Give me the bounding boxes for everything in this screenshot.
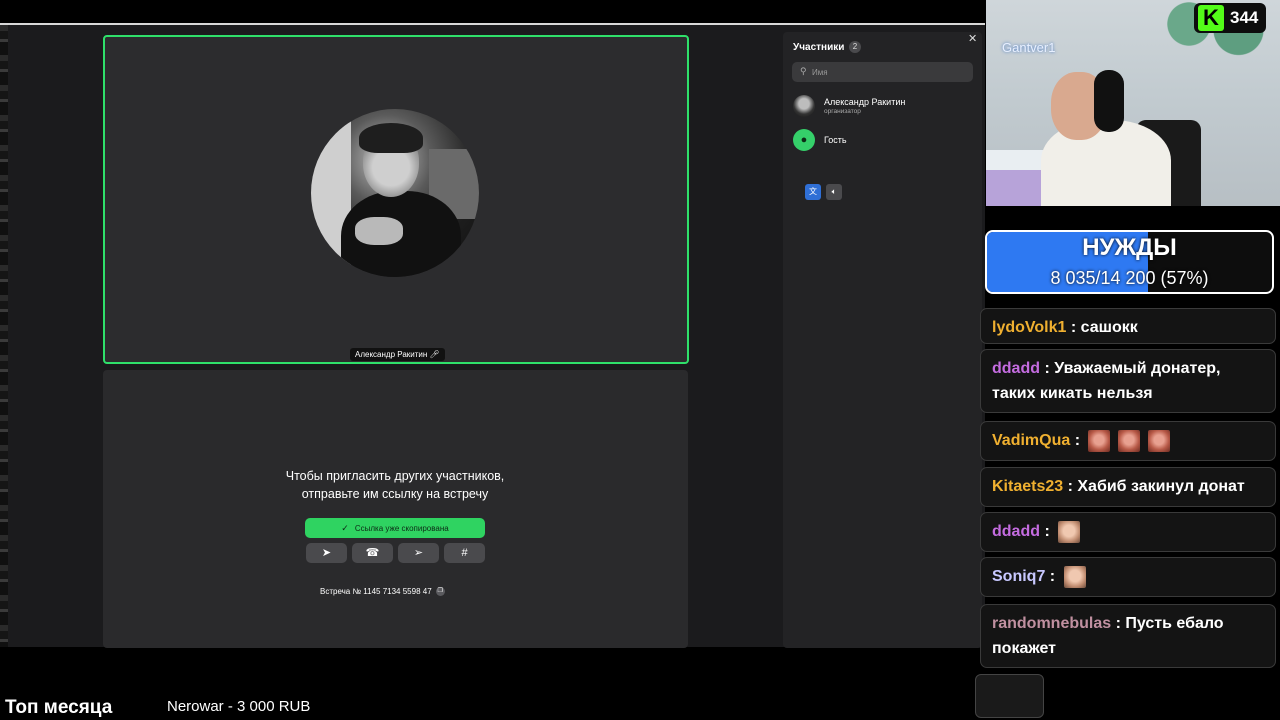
chat-username[interactable]: VadimQua [992,432,1070,449]
chat-message: lydoVolk1 : сашокк [980,308,1276,344]
guest-avatar-icon: ● [793,129,815,151]
chat-message: ddadd : Уважаемый донатер, таких кикать … [980,349,1276,413]
mic-icon: 🎤︎ [429,350,440,359]
speaker-name: Александр Ракитин [355,350,428,359]
slack-icon: # [461,547,468,559]
emote-icon [1063,565,1086,588]
chat-message: Soniq7 : [980,557,1276,597]
speaker-avatar [311,109,479,277]
top-month-entry: Nerowar - 3 000 RUB [167,698,311,715]
copy-link-label: Ссылка уже скопирована [354,524,449,533]
participant-avatar [793,95,815,117]
chat-text: Хабиб закинул донат [1077,478,1245,495]
telegram-icon: ➤ [321,547,332,559]
chat-username[interactable]: Kitaets23 [992,478,1063,495]
chat-separator: : [1070,432,1085,449]
meeting-id-text: Встреча № 1145 7134 5598 47 [320,587,432,596]
chat-separator: : [1063,478,1078,495]
invite-line-1: Чтобы пригласить других участников, [285,469,505,483]
chat-input[interactable] [975,674,1044,718]
chat-message: ddadd : [980,512,1276,552]
left-edge-strip [0,25,8,647]
participants-count-badge: 2 [849,41,861,53]
chat-username[interactable]: ddadd [992,360,1040,377]
participants-panel [783,32,982,648]
chat-separator: : [1040,360,1055,377]
bottom-bar [0,690,975,720]
translate-icon[interactable]: 文 [805,184,821,200]
send-icon: ➢ [413,547,424,559]
invite-message: Чтобы пригласить других участников, отпр… [250,467,540,503]
chat-separator: : [1066,319,1081,336]
goal-title: НУЖДЫ [1082,234,1177,261]
chat-message: Kitaets23 : Хабиб закинул донат [980,467,1276,507]
speaker-name-tag: Александр Ракитин 🎤︎ [350,348,445,361]
viewer-count: 344 [1230,8,1259,27]
emote-icon [1118,429,1141,452]
invite-line-2: отправьте им ссылку на встречу [301,487,489,501]
copy-id-icon[interactable]: ❐ [435,587,445,597]
search-icon: ⚲ [800,66,807,76]
participant-name: Гость [824,135,847,145]
close-icon[interactable]: ✕ [968,32,977,45]
meeting-id: Встреча № 1145 7134 5598 47 ❐ [320,586,445,598]
sound-icon[interactable]: 🔈︎ [826,184,842,200]
chat-separator: : [1045,568,1060,585]
emote-icon [1058,520,1081,543]
search-input[interactable] [812,65,962,79]
goal-progress-text: 8 035/14 200 (57%) [1050,268,1209,288]
share-slack-button[interactable]: # [444,543,485,563]
chat-username[interactable]: ddadd [992,523,1040,540]
share-send-button[interactable]: ➢ [398,543,439,563]
chat-username[interactable]: Soniq7 [992,568,1045,585]
participant-role: организатор [824,108,861,115]
chat-separator: : [1040,523,1055,540]
participants-search[interactable]: ⚲ [792,62,973,82]
webcam-name: Gantver1 [1002,40,1056,55]
participants-title: Участники [793,42,845,53]
chat-username[interactable]: randomnebulas [992,615,1111,632]
chat-username[interactable]: lydoVolk1 [992,319,1066,336]
emote-icon [1148,429,1171,452]
check-icon: ✓ [341,523,349,533]
invite-tile [103,370,688,648]
kick-logo-icon: K [1198,5,1224,31]
share-telegram-button[interactable]: ➤ [306,543,347,563]
share-whatsapp-button[interactable]: ☎ [352,543,393,563]
top-month-label: Топ месяца [5,697,113,718]
chat-separator: : [1111,615,1126,632]
whatsapp-icon: ☎ [365,547,380,559]
chat-message: VadimQua : [980,421,1276,461]
copy-link-button[interactable]: ✓ Ссылка уже скопирована [305,518,485,538]
participant-name: Александр Ракитин [824,97,906,107]
chat-text: сашокк [1080,319,1138,336]
emote-icon [1088,429,1111,452]
chat-message: randomnebulas : Пусть ебало покажет [980,604,1276,668]
